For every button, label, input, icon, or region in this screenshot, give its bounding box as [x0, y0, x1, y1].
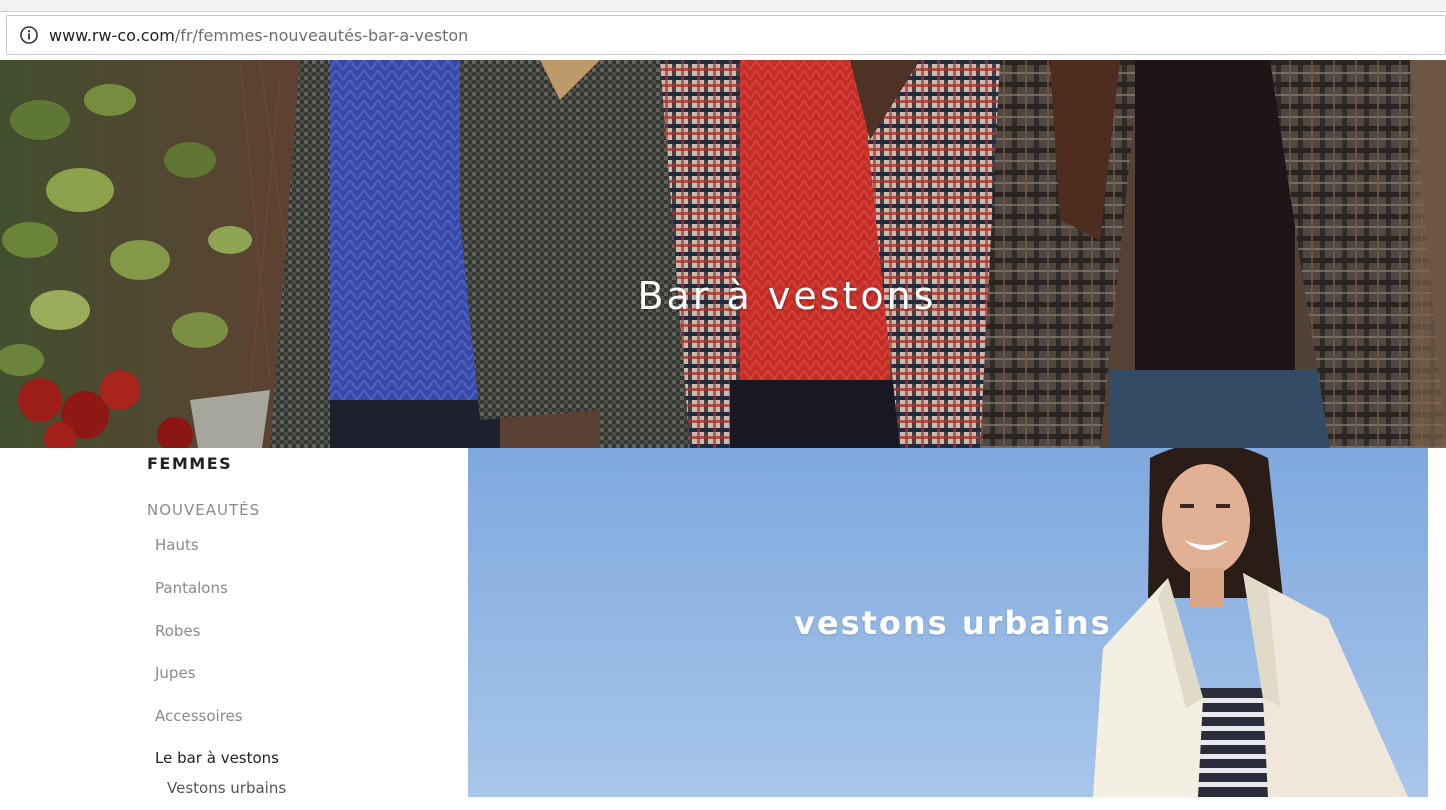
hero-photo [0, 60, 1446, 448]
nav-heading[interactable]: FEMMES [147, 454, 232, 473]
url-host: www.rw-co.com [49, 25, 175, 45]
info-icon[interactable] [19, 25, 39, 45]
nav-item-bar-a-vestons[interactable]: Le bar à vestons [155, 749, 279, 767]
nav-item-jupes[interactable]: Jupes [155, 664, 196, 682]
nav-item-pantalons[interactable]: Pantalons [155, 579, 228, 597]
hero-banner[interactable]: Bar à vestons [0, 60, 1446, 448]
url-path: /fr/femmes-nouveautés-bar-a-veston [174, 25, 469, 45]
nav-section-nouveautes[interactable]: NOUVEAUTÉS [147, 501, 260, 519]
url-text[interactable]: www.rw-co.com/fr/femmes-nouveautés-bar-a… [49, 26, 468, 45]
nav-item-hauts[interactable]: Hauts [155, 536, 199, 554]
nav-subitem-vestons-urbains[interactable]: Vestons urbains [167, 779, 286, 797]
browser-tab-strip [0, 0, 1446, 12]
promo-title: vestons urbains [794, 604, 1112, 642]
promo-tile-vestons-urbains[interactable]: vestons urbains [468, 448, 1428, 797]
nav-item-accessoires[interactable]: Accessoires [155, 707, 243, 725]
nav-item-robes[interactable]: Robes [155, 622, 201, 640]
address-bar[interactable]: www.rw-co.com/fr/femmes-nouveautés-bar-a… [6, 15, 1446, 55]
